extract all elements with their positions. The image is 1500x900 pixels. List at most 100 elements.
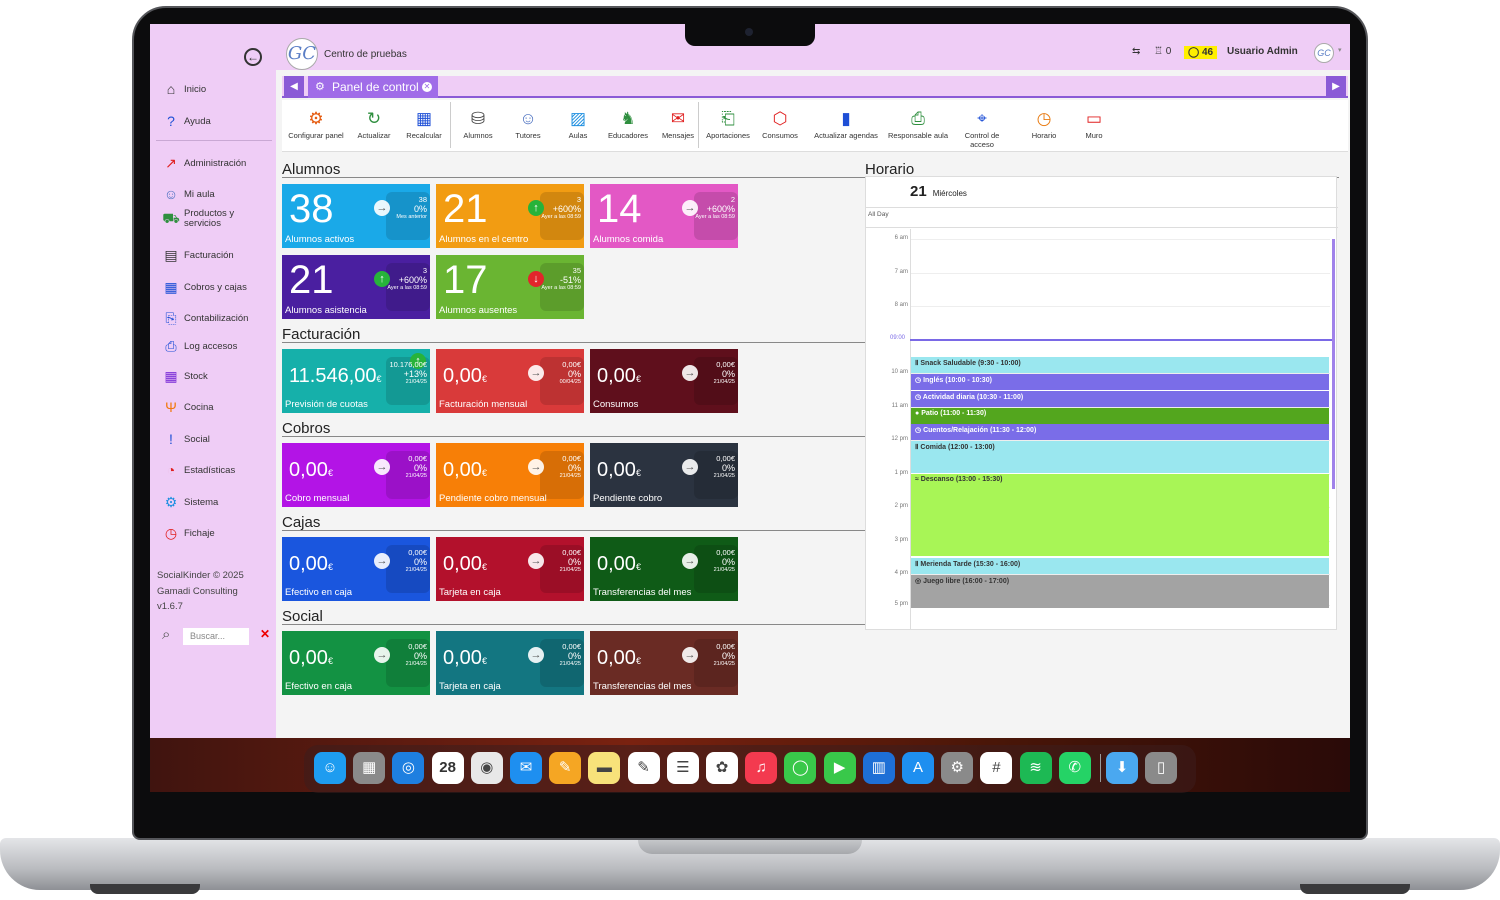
app-store-icon[interactable]: A (902, 752, 934, 784)
sidebar-item-mi-aula[interactable]: ☺ Mi aula (162, 183, 215, 205)
sidebar-item-cobros-y-cajas[interactable]: ▦ Cobros y cajas (162, 276, 246, 298)
clear-search-icon[interactable]: ✕ (260, 627, 270, 641)
arrow-right-icon[interactable]: → (528, 553, 544, 569)
tile-amount: 0,00 (597, 553, 636, 575)
downloads-icon[interactable]: ⬇ (1106, 752, 1138, 784)
kpi-tile-tarjeta-en-caja[interactable]: 0,00€ → 0,00€ 0% 21/04/25 Tarjeta en caja (436, 631, 584, 695)
kpi-tile-alumnos-asistencia[interactable]: 21 ↑ 3 +600% Ayer a las 08:59 Alumnos asisten… (282, 255, 430, 319)
toolbar-aportaciones-button[interactable]: ⎗ Aportaciones (698, 100, 758, 152)
calendar-event[interactable]: ◷ Cuentos/Relajación (11:30 - 12:00) (911, 424, 1329, 440)
facetime-icon[interactable]: ▶ (823, 752, 856, 784)
sidebar-item-estadísticas[interactable]: ◔ Estadísticas (162, 459, 235, 481)
mail-icon[interactable]: ✉ (510, 752, 542, 784)
close-tab-icon[interactable]: ✕ (422, 82, 432, 92)
kpi-tile-consumos[interactable]: 0,00€ → 0,00€ 0% 21/04/25 Consumos (590, 349, 738, 413)
calendar-scrollbar[interactable] (1332, 239, 1335, 489)
chrome-icon[interactable]: ◉ (470, 752, 503, 784)
freeform-icon[interactable]: ✎ (627, 752, 660, 784)
pages-icon[interactable]: ✎ (549, 752, 582, 784)
toolbar-responsable-aula-button[interactable]: ⎙ Responsable aula (882, 100, 954, 152)
sidebar-item-facturación[interactable]: ▤ Facturación (162, 244, 233, 266)
kpi-tile-alumnos-ausentes[interactable]: 17 ↓ 35 -51% Ayer a las 08:59 Alumnos ausente… (436, 255, 584, 319)
sidebar-item-log-accesos[interactable]: ⎙ Log accesos (162, 335, 237, 357)
calendar-event[interactable]: Ⅱ Snack Saludable (9:30 - 10:00) (911, 357, 1329, 373)
calendar-event[interactable]: ≈ Descanso (13:00 - 15:30) (911, 474, 1329, 556)
calendar-event[interactable]: ◎ Juego libre (16:00 - 17:00) (911, 575, 1329, 608)
kpi-tile-efectivo-en-caja[interactable]: 0,00€ → 0,00€ 0% 21/04/25 Efectivo en caja (282, 537, 430, 601)
launchpad-icon[interactable]: ▦ (353, 752, 386, 784)
reminders-icon[interactable]: ☰ (666, 752, 699, 784)
whatsapp-icon[interactable]: ✆ (1058, 752, 1091, 784)
kpi-tile-transferencias-del-mes[interactable]: 0,00€ → 0,00€ 0% 21/04/25 Transferencias del … (590, 537, 738, 601)
arrow-right-icon[interactable]: → (528, 365, 544, 381)
arrow-right-icon[interactable]: → (682, 553, 698, 569)
tab-scroll-left[interactable]: ◀ (284, 76, 304, 98)
safari-icon[interactable]: ◎ (392, 752, 425, 784)
sidebar-item-administración[interactable]: ↗ Administración (162, 152, 246, 174)
kpi-tile-alumnos-activos[interactable]: 38 → 38 0% Mes anterior Alumnos activos (282, 184, 430, 248)
toolbar-recalcular-button[interactable]: ▦ Recalcular (394, 100, 454, 152)
calendar-icon[interactable]: 28 (431, 752, 464, 784)
toolbar-configurar-panel-button[interactable]: ⚙ Configurar panel (286, 100, 346, 152)
kpi-tile-alumnos-comida[interactable]: 14 → 2 +600% Ayer a las 08:59 Alumnos comida (590, 184, 738, 248)
sidebar-item-ayuda[interactable]: ? Ayuda (162, 110, 211, 132)
sync-icon[interactable]: ⇆ (1132, 46, 1140, 57)
trash-icon[interactable]: ▯ (1145, 752, 1178, 784)
kpi-tile-transferencias-del-mes[interactable]: 0,00€ → 0,00€ 0% 21/04/25 Transferencias del … (590, 631, 738, 695)
spotify-icon[interactable]: ≋ (1019, 752, 1052, 784)
tab-panel-de-control[interactable]: ⚙ Panel de control ✕ (308, 76, 438, 98)
calendar-event[interactable]: ● Patio (11:00 - 11:30) (911, 408, 1329, 424)
music-icon[interactable]: ♫ (745, 752, 778, 784)
messages-icon[interactable]: ◯ (784, 752, 817, 784)
sidebar-item-sistema[interactable]: ⚙ Sistema (162, 491, 219, 513)
arrow-right-icon[interactable]: → (374, 200, 390, 216)
finder-icon[interactable]: ☺ (314, 752, 346, 784)
configurar-panel-icon: ⚙ (308, 109, 324, 128)
calendar-event[interactable]: ◷ Actividad diaria (10:30 - 11:00) (911, 391, 1329, 407)
arrow-right-icon[interactable]: → (374, 647, 390, 663)
sidebar-item-productos-y-servicios[interactable]: ⛟ Productos y servicios (162, 208, 254, 230)
arrow-right-icon[interactable]: → (528, 459, 544, 475)
sidebar-item-social[interactable]: ! Social (162, 428, 210, 450)
slack-icon[interactable]: # (980, 752, 1013, 784)
toolbar-muro-button[interactable]: ▭ Muro (1064, 100, 1124, 152)
arrow-right-icon[interactable]: → (682, 365, 698, 381)
kpi-tile-pendiente-cobro[interactable]: 0,00€ → 0,00€ 0% 21/04/25 Pendiente cobro (590, 443, 738, 507)
notifications[interactable]: ♖ 0 (1154, 46, 1171, 57)
toolbar-control-de-acceso-button[interactable]: ⌖ Control de acceso (952, 100, 1012, 152)
calendar-event[interactable]: Ⅱ Merienda Tarde (15:30 - 16:00) (911, 558, 1329, 574)
calendar-event[interactable]: ◷ Inglés (10:00 - 10:30) (911, 374, 1329, 390)
kpi-tile-efectivo-en-caja[interactable]: 0,00€ → 0,00€ 0% 21/04/25 Efectivo en caja (282, 631, 430, 695)
toolbar-actualizar-agendas-button[interactable]: ▮ Actualizar agendas (810, 100, 882, 152)
user-name[interactable]: Usuario Admin (1227, 46, 1298, 57)
kpi-tile-alumnos-en-el-centro[interactable]: 21 ↑ 3 +600% Ayer a las 08:59 Alumnos en el c… (436, 184, 584, 248)
messages[interactable]: ◯ 46 (1184, 46, 1218, 59)
arrow-right-icon[interactable]: → (528, 647, 544, 663)
tile-label: Previsión de cuotas (285, 399, 368, 410)
calendar-event[interactable]: Ⅱ Comida (12:00 - 13:00) (911, 441, 1329, 473)
user-avatar[interactable]: GC (1314, 43, 1334, 63)
arrow-right-icon[interactable]: → (682, 647, 698, 663)
toolbar-consumos-button[interactable]: ⬡ Consumos (750, 100, 810, 152)
photos-icon[interactable]: ✿ (706, 752, 738, 784)
trello-icon[interactable]: ▥ (862, 752, 895, 784)
arrow-right-icon[interactable]: → (374, 553, 390, 569)
sidebar-item-inicio[interactable]: ⌂ Inicio (162, 78, 206, 100)
arrow-right-icon[interactable]: → (374, 459, 390, 475)
search-input[interactable]: Buscar... (183, 628, 249, 645)
kpi-tile-previsión-de-cuotas[interactable]: 11.546,00€ ↑ 10.176,00€ +13% 21/04/25 Previsi… (282, 349, 430, 413)
kpi-tile-tarjeta-en-caja[interactable]: 0,00€ → 0,00€ 0% 21/04/25 Tarjeta en caja (436, 537, 584, 601)
sidebar-item-cocina[interactable]: Ψ Cocina (162, 396, 213, 418)
notes-icon[interactable]: ▬ (588, 752, 621, 784)
kpi-tile-pendiente-cobro-mensual[interactable]: 0,00€ → 0,00€ 0% 21/04/25 Pendiente cobro men… (436, 443, 584, 507)
sidebar-item-stock[interactable]: ▦ Stock (162, 365, 207, 387)
back-arrow-icon[interactable]: ← (244, 48, 262, 66)
chevron-down-icon[interactable]: ▾ (1338, 46, 1342, 54)
tab-scroll-right[interactable]: ▶ (1326, 76, 1346, 98)
kpi-tile-cobro-mensual[interactable]: 0,00€ → 0,00€ 0% 21/04/25 Cobro mensual (282, 443, 430, 507)
sidebar-item-contabilización[interactable]: ⎘ Contabilización (162, 307, 248, 329)
sidebar-item-fichaje[interactable]: ◷ Fichaje (162, 522, 215, 544)
kpi-tile-facturación-mensual[interactable]: 0,00€ → 0,00€ 0% 00/04/25 Facturación mensual (436, 349, 584, 413)
arrow-right-icon[interactable]: → (682, 459, 698, 475)
settings-icon[interactable]: ⚙ (941, 752, 974, 784)
